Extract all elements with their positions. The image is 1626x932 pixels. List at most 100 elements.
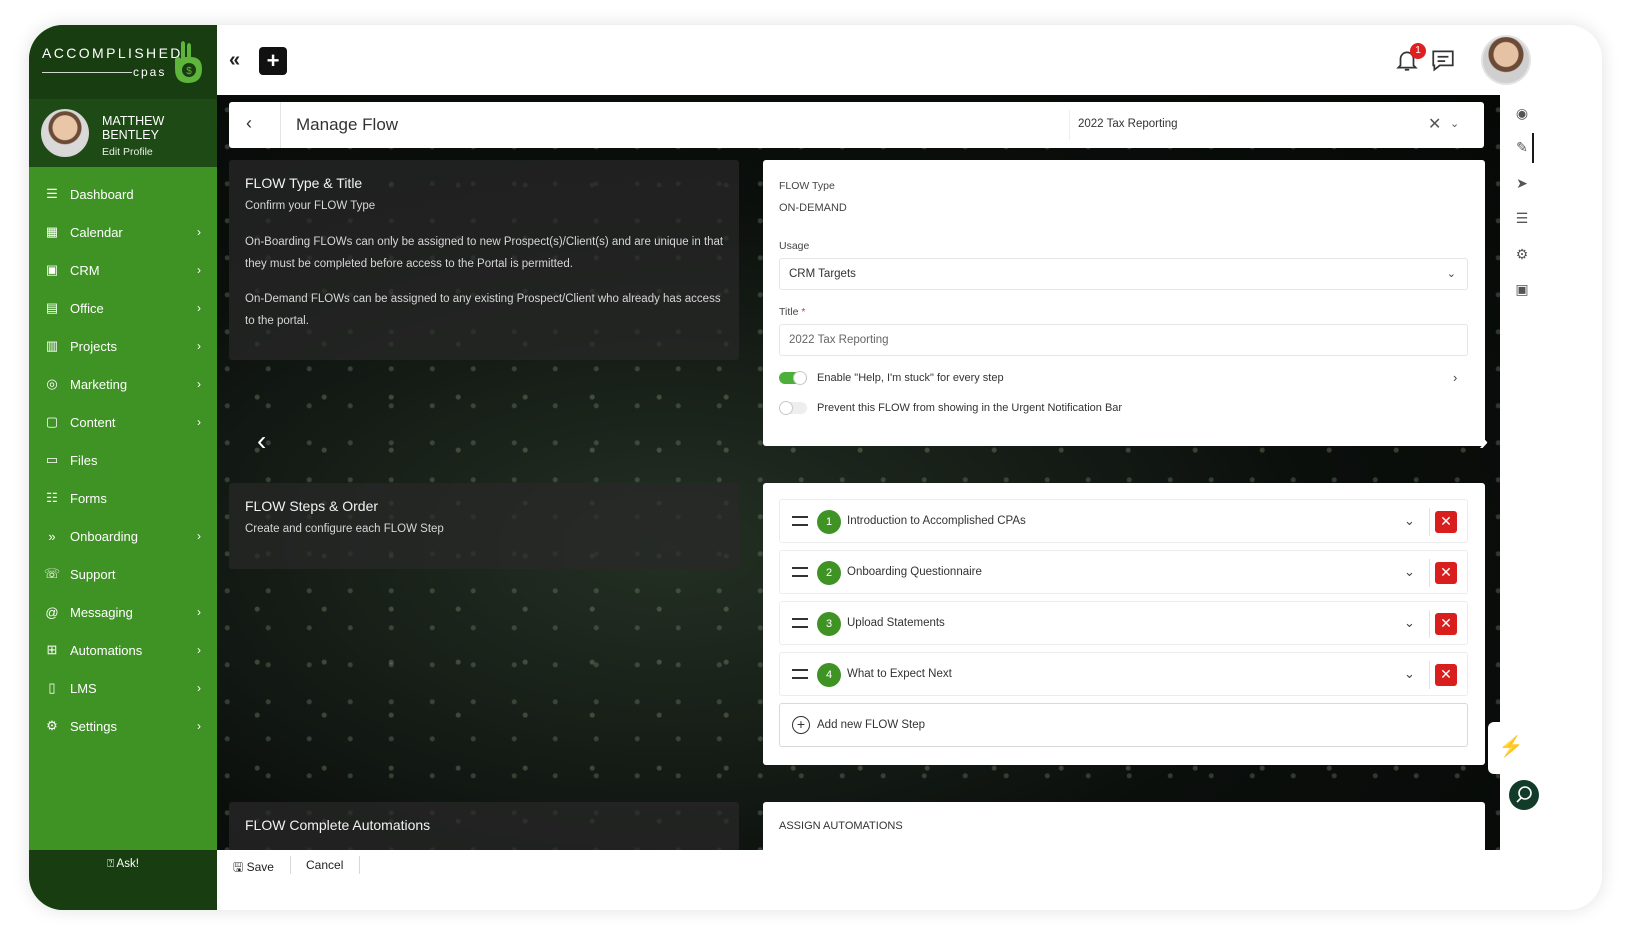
user-avatar[interactable] xyxy=(1481,35,1531,85)
search-icon[interactable] xyxy=(1509,780,1539,810)
lightning-icon[interactable]: ⚡ xyxy=(1488,722,1534,774)
bar-divider xyxy=(359,856,360,874)
flow-step-row[interactable]: 3 Upload Statements ⌄ ✕ xyxy=(779,601,1468,645)
sidebar-item-settings[interactable]: ⚙ Settings › xyxy=(29,707,217,745)
flow-type-label: FLOW Type xyxy=(779,180,835,192)
sidebar-item-content[interactable]: ▢ Content › xyxy=(29,403,217,441)
app-window: ACCOMPLISHED cpas $ MATTHEW BENTLEY Edit… xyxy=(29,25,1602,910)
floppy-icon: 🖫 xyxy=(233,860,244,874)
delete-step-button[interactable]: ✕ xyxy=(1435,664,1457,686)
add-step-label: Add new FLOW Step xyxy=(817,719,926,731)
page-title: Manage Flow xyxy=(296,115,399,134)
sidebar-item-calendar[interactable]: ▦ Calendar › xyxy=(29,213,217,251)
help-toggle-label: Enable "Help, I'm stuck" for every step xyxy=(817,372,1004,384)
ask-button[interactable]: ⍰ Ask! xyxy=(29,850,217,910)
chevron-down-icon[interactable]: ⌄ xyxy=(1450,117,1459,130)
flow-step-row[interactable]: 1 Introduction to Accomplished CPAs ⌄ ✕ xyxy=(779,499,1468,543)
add-step-button[interactable]: + Add new FLOW Step xyxy=(779,703,1468,747)
flow-step-row[interactable]: 4 What to Expect Next ⌄ ✕ xyxy=(779,652,1468,696)
clear-icon[interactable]: ✕ xyxy=(1428,114,1441,134)
flow-automations-info-card: FLOW Complete Automations xyxy=(229,802,739,850)
eye-icon[interactable]: ◉ xyxy=(1512,105,1532,125)
step-divider xyxy=(1429,508,1430,536)
sidebar-item-projects[interactable]: ▥ Projects › xyxy=(29,327,217,365)
onboarding-icon: » xyxy=(48,528,56,544)
step-name: Introduction to Accomplished CPAs xyxy=(847,515,1026,527)
chevron-right-icon: › xyxy=(197,263,201,277)
flow-steps-panel: + Add new FLOW Step 1 Introduction to Acc… xyxy=(763,483,1485,765)
step-name: Upload Statements xyxy=(847,617,945,629)
gear-icon: ⚙ xyxy=(46,718,58,733)
chevron-right-icon: › xyxy=(197,643,201,657)
flow-step-row[interactable]: 2 Onboarding Questionnaire ⌄ ✕ xyxy=(779,550,1468,594)
header-divider xyxy=(280,102,281,148)
checklist-icon[interactable]: ☰ xyxy=(1512,210,1532,230)
chevron-right-icon: › xyxy=(197,605,201,619)
sidebar-item-crm[interactable]: ▣ CRM › xyxy=(29,251,217,289)
book-icon: ▯ xyxy=(48,680,56,695)
save-icon[interactable]: ▣ xyxy=(1512,281,1532,301)
carousel-prev-icon[interactable]: ‹ xyxy=(257,425,266,457)
sidebar-item-forms[interactable]: ☷ Forms xyxy=(29,479,217,517)
brand-logo[interactable]: ACCOMPLISHED cpas $ xyxy=(29,25,217,99)
profile-name: MATTHEW BENTLEY xyxy=(102,114,165,142)
avatar[interactable] xyxy=(41,109,89,157)
sidebar-item-messaging[interactable]: @ Messaging › xyxy=(29,593,217,631)
sidebar-item-automations[interactable]: ⊞ Automations › xyxy=(29,631,217,669)
step-name: What to Expect Next xyxy=(847,668,952,680)
drag-handle-icon[interactable] xyxy=(792,567,808,577)
delete-step-button[interactable]: ✕ xyxy=(1435,511,1457,533)
sidebar-item-marketing[interactable]: ◎ Marketing › xyxy=(29,365,217,403)
sidebar-item-label: Support xyxy=(70,566,116,582)
sidebar-item-lms[interactable]: ▯ LMS › xyxy=(29,669,217,707)
urgent-toggle-label: Prevent this FLOW from showing in the Ur… xyxy=(817,402,1123,414)
chevron-right-icon[interactable]: › xyxy=(1453,370,1457,385)
chevron-right-icon: › xyxy=(197,681,201,695)
urgent-toggle[interactable] xyxy=(779,401,807,415)
edit-profile-link[interactable]: Edit Profile xyxy=(102,146,153,158)
active-indicator xyxy=(1532,133,1534,163)
cancel-button[interactable]: Cancel xyxy=(306,858,343,872)
sidebar-item-office[interactable]: ▤ Office › xyxy=(29,289,217,327)
chevron-down-icon[interactable]: ⌄ xyxy=(1404,513,1415,529)
on-demand-description: On-Demand FLOWs can be assigned to any e… xyxy=(245,293,721,327)
office-icon: ▤ xyxy=(45,300,59,315)
chevron-down-icon[interactable]: ⌄ xyxy=(1404,564,1415,580)
drag-handle-icon[interactable] xyxy=(792,516,808,526)
profile-panel: MATTHEW BENTLEY Edit Profile xyxy=(29,99,217,167)
drag-handle-icon[interactable] xyxy=(792,618,808,628)
edit-icon[interactable]: ✎ xyxy=(1512,139,1532,159)
carousel-next-icon[interactable]: › xyxy=(1479,425,1488,457)
chevron-down-icon[interactable]: ⌄ xyxy=(1404,615,1415,631)
title-input[interactable]: 2022 Tax Reporting xyxy=(779,324,1468,356)
add-button[interactable]: + xyxy=(259,47,287,75)
sidebar-item-support[interactable]: ☏ Support xyxy=(29,555,217,593)
crm-icon: ▣ xyxy=(45,262,59,277)
delete-step-button[interactable]: ✕ xyxy=(1435,562,1457,584)
sidebar-item-label: Office xyxy=(70,300,104,316)
drag-handle-icon[interactable] xyxy=(792,669,808,679)
save-button[interactable]: 🖫 Save xyxy=(233,858,274,879)
chevron-down-icon[interactable]: ⌄ xyxy=(1404,666,1415,682)
brand-word: ACCOMPLISHED xyxy=(42,45,183,61)
sidebar-item-onboarding[interactable]: » Onboarding › xyxy=(29,517,217,555)
flow-type-value: ON-DEMAND xyxy=(779,202,847,214)
sidebar-item-files[interactable]: ▭ Files xyxy=(29,441,217,479)
sidebar-item-dashboard[interactable]: ☰ Dashboard xyxy=(29,175,217,213)
sidebar-item-label: Content xyxy=(70,414,116,430)
send-icon[interactable]: ➤ xyxy=(1512,175,1532,195)
chevron-right-icon: › xyxy=(197,339,201,353)
sidebar-item-label: Settings xyxy=(70,718,117,734)
sidebar-item-label: LMS xyxy=(70,680,97,696)
collapse-sidebar-icon[interactable]: « xyxy=(229,49,240,72)
help-toggle[interactable] xyxy=(779,371,807,385)
chevron-right-icon: › xyxy=(197,301,201,315)
usage-select[interactable]: CRM Targets ⌄ xyxy=(779,258,1468,290)
sidebar-item-label: Messaging xyxy=(70,604,133,620)
gear-icon[interactable]: ⚙ xyxy=(1512,246,1532,266)
back-arrow-icon[interactable]: ‹ xyxy=(246,113,252,134)
delete-step-button[interactable]: ✕ xyxy=(1435,613,1457,635)
ask-label: Ask! xyxy=(116,858,139,870)
flow-select[interactable]: 2022 Tax Reporting ✕ ⌄ xyxy=(1069,110,1466,140)
chat-icon[interactable] xyxy=(1430,47,1456,78)
